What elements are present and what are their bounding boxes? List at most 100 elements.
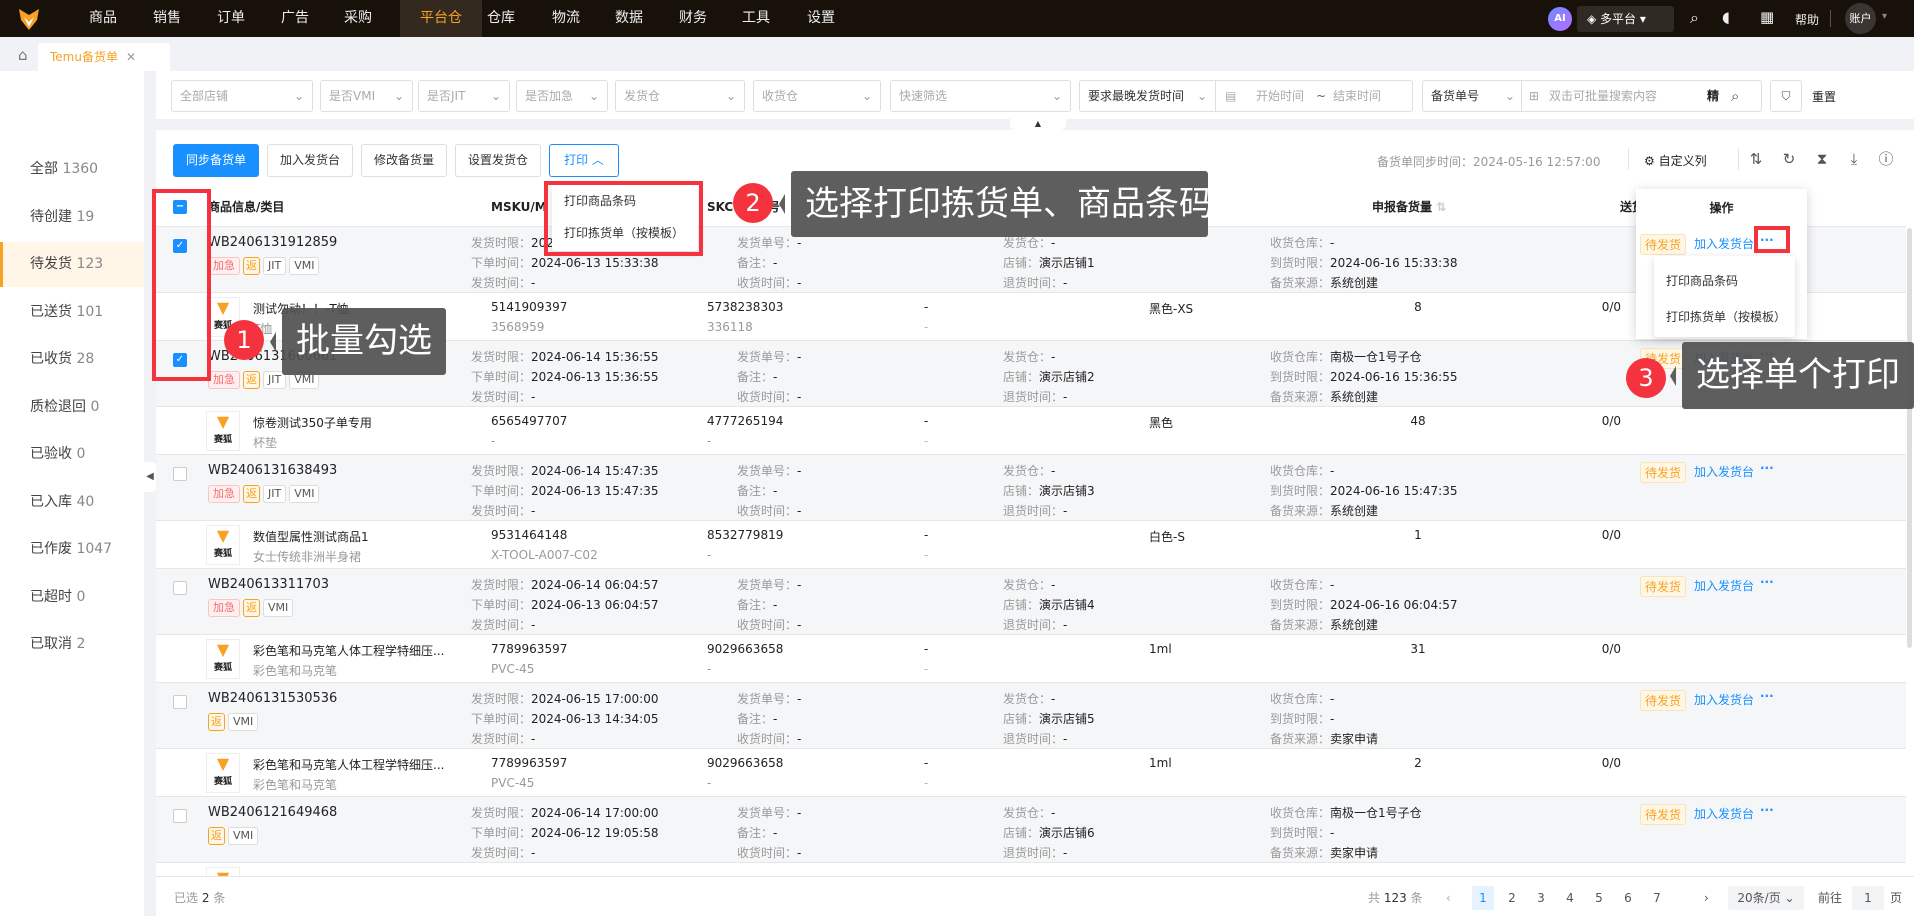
ship-warehouse-select[interactable]: 发货仓 ⌄ — [615, 80, 745, 112]
nav-11[interactable]: 设置 — [793, 0, 849, 37]
add-to-desk-link[interactable]: 加入发货台 — [1694, 463, 1754, 480]
row-checkbox[interactable] — [173, 809, 187, 823]
date-range-filter[interactable]: 要求最晚发货时间 ⌄ ▤ 开始时间 ~ 结束时间 — [1079, 80, 1413, 112]
row-checkbox[interactable] — [173, 695, 187, 709]
set-warehouse-button[interactable]: 设置发货仓 — [455, 144, 541, 177]
nav-7[interactable]: 物流 — [538, 0, 594, 37]
ai-button[interactable]: AI — [1548, 7, 1572, 31]
search-icon[interactable]: ⌕ — [1731, 81, 1739, 111]
row-checkbox[interactable] — [173, 467, 187, 481]
nav-2[interactable]: 订单 — [203, 0, 259, 37]
row-checkbox[interactable] — [173, 581, 187, 595]
more-actions-button[interactable]: ··· — [1760, 689, 1774, 703]
order-id[interactable]: WB2406131638493 — [208, 463, 337, 478]
help-icon[interactable]: ⓘ — [1877, 150, 1895, 168]
sync-button[interactable]: 同步备货单 — [173, 144, 259, 177]
sidebar-item[interactable]: 已验收 0 — [0, 432, 144, 477]
density-icon[interactable]: ⇅ — [1747, 150, 1765, 168]
nav-5[interactable]: 平台仓 — [400, 0, 482, 37]
nav-10[interactable]: 工具 — [728, 0, 784, 37]
help-link[interactable]: 帮助 — [1795, 11, 1819, 28]
store-select[interactable]: 全部店铺 ⌄ — [171, 80, 313, 112]
nav-6[interactable]: 仓库 — [473, 0, 529, 37]
prev-page-button[interactable]: ‹ — [1446, 886, 1451, 910]
nav-4[interactable]: 采购 — [330, 0, 386, 37]
precise-toggle[interactable]: 精 — [1707, 81, 1719, 111]
download-icon[interactable]: ⤓ — [1845, 150, 1863, 168]
nav-8[interactable]: 数据 — [601, 0, 657, 37]
sidebar-item[interactable]: 已入库 40 — [0, 480, 144, 525]
row-print-barcode-item[interactable]: 打印商品条码 — [1666, 272, 1738, 289]
hourglass-icon[interactable]: ⧗ — [1813, 150, 1831, 168]
add-to-desk-link[interactable]: 加入发货台 — [1694, 691, 1754, 708]
page-size-select[interactable]: 20条/页 ⌄ — [1728, 886, 1804, 910]
product-name[interactable]: 数值型属性测试商品1 — [253, 528, 369, 545]
nav-9[interactable]: 财务 — [665, 0, 721, 37]
table-scrollbar[interactable] — [1907, 228, 1912, 648]
sidebar-item[interactable]: 全部 1360 — [0, 147, 144, 192]
sidebar-item[interactable]: 已收货 28 — [0, 337, 144, 382]
sidebar-item[interactable]: 待发货 123 — [0, 242, 144, 287]
tab-temu-stock-order[interactable]: Temu备货单 ✕ — [38, 43, 170, 71]
refresh-icon[interactable]: ↻ — [1780, 150, 1798, 168]
nav-3[interactable]: 广告 — [267, 0, 323, 37]
modify-qty-button[interactable]: 修改备货量 — [361, 144, 447, 177]
reset-button[interactable]: 重置 — [1812, 88, 1836, 105]
nav-0[interactable]: 商品 — [75, 0, 131, 37]
nav-1[interactable]: 销售 — [139, 0, 195, 37]
page-1[interactable]: 1 — [1472, 886, 1494, 910]
home-icon[interactable]: ⌂ — [18, 46, 28, 64]
add-to-desk-link[interactable]: 加入发货台 — [1694, 235, 1754, 252]
quick-filter-select[interactable]: 快速筛选 ⌄ — [890, 80, 1071, 112]
collapse-filters-handle[interactable]: ▲ — [1010, 119, 1066, 130]
search-type-select[interactable]: 备货单号 — [1431, 89, 1479, 103]
col-declared-qty[interactable]: 申报备货量 ⇅ — [1372, 188, 1446, 227]
page-3[interactable]: 3 — [1530, 886, 1552, 910]
more-actions-button[interactable]: ··· — [1760, 803, 1774, 817]
sidebar-item[interactable]: 已取消 2 — [0, 622, 144, 667]
goto-page-input[interactable]: 1 — [1852, 886, 1884, 910]
print-button[interactable]: 打印 ︿ — [549, 144, 619, 177]
search-icon[interactable]: ⌕ — [1690, 8, 1699, 28]
caret-down-icon[interactable]: ▾ — [1882, 11, 1887, 22]
order-id[interactable]: WB240613311703 — [208, 577, 329, 592]
order-id[interactable]: WB2406131912859 — [208, 235, 337, 250]
product-name[interactable]: 惊卷测试350子单专用 — [253, 414, 372, 431]
urgent-select[interactable]: 是否加急 ⌄ — [516, 80, 608, 112]
page-4[interactable]: 4 — [1559, 886, 1581, 910]
sidebar-item[interactable]: 质检退回 0 — [0, 385, 144, 430]
apps-grid-icon[interactable]: ▦ — [1760, 8, 1774, 26]
sidebar-item[interactable]: 待创建 19 — [0, 195, 144, 240]
row-print-picklist-item[interactable]: 打印拣货单（按模板） — [1666, 308, 1786, 325]
sidebar-item[interactable]: 已作废 1047 — [0, 527, 144, 572]
end-date-input[interactable]: 结束时间 — [1333, 81, 1381, 111]
more-actions-button[interactable]: ··· — [1760, 461, 1774, 475]
receive-warehouse-select[interactable]: 收货仓 ⌄ — [753, 80, 881, 112]
advanced-filter-button[interactable]: ⛉ — [1770, 80, 1802, 112]
start-date-input[interactable]: 开始时间 — [1256, 81, 1304, 111]
more-actions-button[interactable]: ··· — [1760, 575, 1774, 589]
page-6[interactable]: 6 — [1617, 886, 1639, 910]
search-input[interactable]: 双击可批量搜索内容 — [1549, 81, 1657, 111]
order-id[interactable]: WB2406131530536 — [208, 691, 337, 706]
page-5[interactable]: 5 — [1588, 886, 1610, 910]
add-to-desk-link[interactable]: 加入发货台 — [1694, 805, 1754, 822]
vmi-select[interactable]: 是否VMI ⌄ — [320, 80, 413, 112]
headset-icon[interactable]: ◖ — [1722, 8, 1730, 26]
close-icon[interactable]: ✕ — [126, 50, 136, 64]
sidebar-item[interactable]: 已超时 0 — [0, 575, 144, 620]
order-id[interactable]: WB2406121649468 — [208, 805, 337, 820]
custom-columns-button[interactable]: ⚙ 自定义列 — [1644, 152, 1707, 169]
collapse-sidebar-handle[interactable]: ◀ — [144, 462, 156, 492]
add-to-desk-button[interactable]: 加入发货台 — [267, 144, 353, 177]
next-page-button[interactable]: › — [1704, 886, 1709, 910]
sidebar-item[interactable]: 已送货 101 — [0, 290, 144, 335]
page-7[interactable]: 7 — [1646, 886, 1668, 910]
product-name[interactable]: 彩色笔和马克笔人体工程学特细压... — [253, 642, 444, 659]
time-type-select[interactable]: 要求最晚发货时间 — [1088, 89, 1184, 103]
product-name[interactable]: 彩色笔和马克笔人体工程学特细压... — [253, 756, 444, 773]
account-avatar[interactable]: 账户 — [1845, 3, 1876, 34]
jit-select[interactable]: 是否JIT ⌄ — [418, 80, 510, 112]
page-2[interactable]: 2 — [1501, 886, 1523, 910]
app-logo-icon[interactable] — [16, 6, 42, 32]
